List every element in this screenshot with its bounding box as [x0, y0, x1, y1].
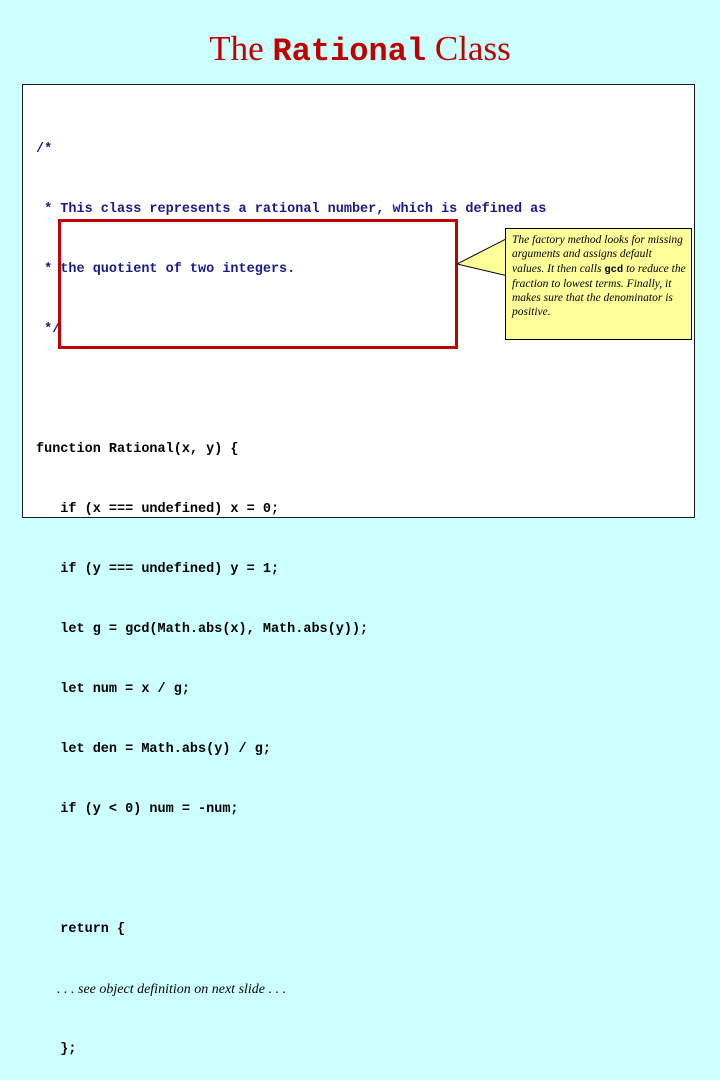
- callout-note: The factory method looks for missing arg…: [505, 228, 692, 340]
- code-line: function Rational(x, y) {: [36, 442, 239, 457]
- code-line: if (x === undefined) x = 0;: [36, 502, 280, 517]
- code-line: * This class represents a rational numbe…: [36, 202, 547, 217]
- code-line: let g = gcd(Math.abs(x), Math.abs(y));: [36, 622, 369, 637]
- code-line: let den = Math.abs(y) / g;: [36, 742, 271, 757]
- code-line-placeholder: . . . see object definition on next slid…: [36, 982, 287, 997]
- title-prefix: The: [209, 29, 273, 68]
- callout-gcd-term: gcd: [604, 263, 624, 276]
- title-class-name: Rational: [272, 33, 427, 70]
- slide: The Rational Class /* * This class repre…: [0, 0, 720, 1057]
- title-suffix: Class: [426, 29, 511, 68]
- code-line: let num = x / g;: [36, 682, 190, 697]
- code-line: return {: [36, 922, 126, 937]
- code-line: /*: [36, 142, 53, 157]
- code-line: if (y < 0) num = -num;: [36, 802, 239, 817]
- page-title: The Rational Class: [0, 28, 720, 73]
- code-line: if (y === undefined) y = 1;: [36, 562, 280, 577]
- code-line: };: [36, 1042, 77, 1057]
